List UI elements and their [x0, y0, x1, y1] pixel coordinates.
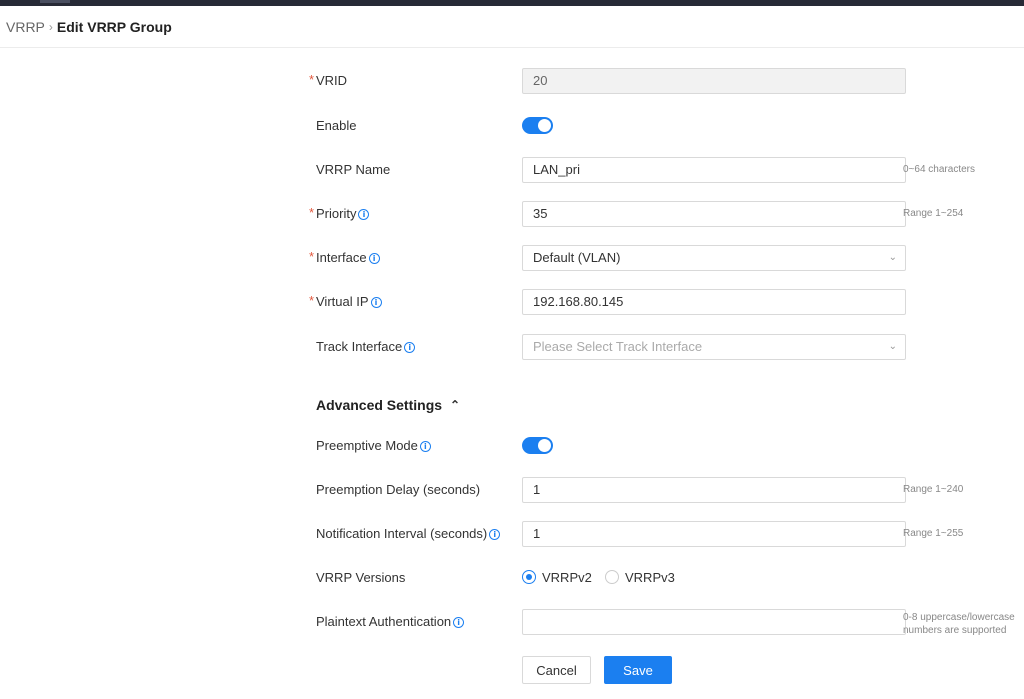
radio-vrrpv2[interactable] — [522, 570, 536, 584]
vrrp-name-row: VRRP Name LAN_pri 0~64 characters — [0, 157, 1024, 183]
vrrp-versions-label: VRRP Versions — [316, 570, 406, 585]
virtual-ip-input[interactable]: 192.168.80.145 — [522, 289, 906, 315]
preemptive-mode-label-wrap: Preemptive Mode i — [316, 433, 431, 459]
breadcrumb-parent[interactable]: VRRP — [6, 19, 45, 35]
preemption-delay-hint: Range 1~240 — [903, 484, 964, 495]
preemptive-mode-row: Preemptive Mode i — [0, 433, 1024, 459]
chevron-right-icon: › — [48, 20, 53, 34]
priority-input[interactable]: 35 — [522, 201, 906, 227]
notification-interval-input[interactable]: 1 — [522, 521, 906, 547]
virtual-ip-row: * Virtual IP i 192.168.80.145 — [0, 289, 1024, 315]
vrrp-versions-row: VRRP Versions VRRPv2 VRRPv3 — [0, 565, 1024, 591]
toggle-knob — [538, 119, 551, 132]
vrid-input: 20 — [522, 68, 906, 94]
interface-row: * Interface i Default (VLAN) ⌄ — [0, 245, 1024, 271]
cancel-button[interactable]: Cancel — [522, 656, 591, 684]
enable-row: Enable — [0, 113, 1024, 139]
virtual-ip-label-wrap: Virtual IP i — [316, 289, 382, 315]
notification-interval-hint: Range 1~255 — [903, 528, 964, 539]
radio-vrrpv3-label[interactable]: VRRPv3 — [625, 565, 675, 591]
info-icon[interactable]: i — [404, 341, 416, 353]
plaintext-auth-label: Plaintext Authentication — [316, 614, 452, 629]
notification-interval-label: Notification Interval (seconds) — [316, 526, 488, 541]
preemptive-mode-label: Preemptive Mode — [316, 438, 418, 453]
vrrp-name-input[interactable]: LAN_pri — [522, 157, 906, 183]
plaintext-auth-hint: 0-8 uppercase/lowercase numbers are supp… — [903, 611, 1015, 637]
notification-interval-row: Notification Interval (seconds) i 1 Range… — [0, 521, 1024, 547]
page-header: VRRP › Edit VRRP Group — [0, 6, 1024, 48]
track-interface-select[interactable]: Please Select Track Interface ⌄ — [522, 334, 906, 360]
required-mark: * — [309, 249, 315, 264]
priority-hint: Range 1~254 — [903, 208, 964, 219]
track-interface-placeholder: Please Select Track Interface — [533, 339, 703, 354]
page-title: Edit VRRP Group — [56, 19, 172, 35]
preemption-delay-label: Preemption Delay (seconds) — [316, 482, 481, 497]
interface-select[interactable]: Default (VLAN) ⌄ — [522, 245, 906, 271]
required-mark: * — [309, 205, 315, 220]
priority-label: Priority — [316, 206, 357, 221]
interface-label: Interface — [316, 250, 367, 265]
info-icon[interactable]: i — [358, 208, 370, 220]
vrid-row: * VRID 20 — [0, 68, 1024, 94]
interface-label-wrap: Interface i — [316, 245, 380, 271]
radio-vrrpv3[interactable] — [605, 570, 619, 584]
vrrp-name-label: VRRP Name — [316, 162, 391, 177]
info-icon[interactable]: i — [489, 528, 501, 540]
save-button[interactable]: Save — [604, 656, 672, 684]
chevron-up-icon: ⌃ — [450, 398, 461, 412]
chevron-down-icon: ⌄ — [888, 341, 897, 352]
advanced-settings-title: Advanced Settings — [316, 397, 443, 413]
preemption-delay-input[interactable]: 1 — [522, 477, 906, 503]
chevron-down-icon: ⌄ — [888, 252, 897, 263]
priority-label-wrap: Priority i — [316, 201, 370, 227]
track-interface-row: Track Interface i Please Select Track Int… — [0, 334, 1024, 360]
breadcrumb: VRRP › Edit VRRP Group — [6, 19, 172, 35]
vrrp-name-hint: 0~64 characters — [903, 164, 975, 175]
plaintext-auth-label-wrap: Plaintext Authentication i — [316, 609, 465, 635]
vrid-label: VRID — [316, 73, 348, 88]
top-tab[interactable] — [40, 0, 70, 3]
info-icon[interactable]: i — [370, 296, 382, 308]
advanced-settings-toggle[interactable]: Advanced Settings ⌃ — [316, 397, 460, 413]
priority-row: * Priority i 35 Range 1~254 — [0, 201, 1024, 227]
required-mark: * — [309, 72, 315, 87]
virtual-ip-label: Virtual IP — [316, 294, 369, 309]
info-icon[interactable]: i — [419, 440, 431, 452]
toggle-knob — [538, 439, 551, 452]
preemption-delay-row: Preemption Delay (seconds) 1 Range 1~240 — [0, 477, 1024, 503]
interface-value: Default (VLAN) — [533, 250, 621, 265]
info-icon[interactable]: i — [453, 616, 465, 628]
track-interface-label-wrap: Track Interface i — [316, 334, 416, 360]
radio-vrrpv2-label[interactable]: VRRPv2 — [542, 565, 592, 591]
required-mark: * — [309, 293, 315, 308]
preemptive-mode-toggle[interactable] — [522, 437, 553, 454]
plaintext-auth-hint-line1: 0-8 uppercase/lowercase — [903, 612, 1015, 623]
info-icon[interactable]: i — [368, 252, 380, 264]
plaintext-auth-row: Plaintext Authentication i 0-8 uppercase/… — [0, 609, 1024, 637]
enable-toggle[interactable] — [522, 117, 553, 134]
plaintext-auth-hint-line2: numbers are supported — [903, 625, 1007, 636]
track-interface-label: Track Interface — [316, 339, 403, 354]
plaintext-auth-input[interactable] — [522, 609, 906, 635]
enable-label: Enable — [316, 118, 357, 133]
notification-interval-label-wrap: Notification Interval (seconds) i — [316, 521, 501, 547]
